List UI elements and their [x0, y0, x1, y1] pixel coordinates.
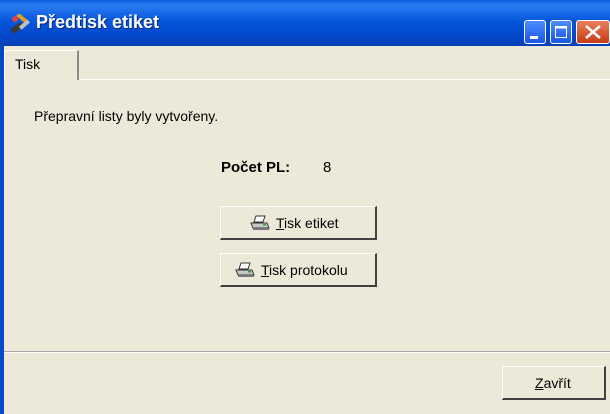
count-value: 8: [323, 159, 332, 176]
maximize-button[interactable]: [550, 20, 572, 44]
print-labels-label: Tisk etiket: [276, 215, 339, 231]
print-protocol-button[interactable]: Tisk protokolu: [220, 253, 377, 287]
status-message: Přepravní listy byly vytvořeny.: [34, 108, 219, 124]
maximize-icon: [555, 26, 567, 38]
minimize-button[interactable]: [524, 20, 546, 44]
tab-strip-border: [79, 79, 610, 80]
close-button[interactable]: Zavřít: [502, 366, 606, 400]
print-labels-button[interactable]: Tisk etiket: [220, 206, 377, 240]
count-label: Počet PL:: [221, 159, 291, 176]
tab-tisk[interactable]: Tisk: [4, 50, 79, 80]
close-window-button[interactable]: [576, 20, 610, 44]
minimize-icon: [530, 36, 538, 39]
window-frame: [0, 46, 4, 414]
close-icon: [585, 25, 601, 39]
printer-icon: [250, 215, 270, 230]
tab-label: Tisk: [15, 56, 41, 72]
close-button-label: Zavřít: [535, 375, 571, 391]
app-tools-icon: [10, 14, 30, 34]
print-dialog-window: Předtisk etiket Tisk Přepravní listy byl…: [0, 0, 610, 414]
title-bar[interactable]: Předtisk etiket: [0, 0, 610, 46]
divider: [4, 351, 610, 353]
printer-icon: [235, 262, 255, 277]
print-protocol-label: Tisk protokolu: [261, 262, 348, 278]
window-title: Předtisk etiket: [36, 12, 160, 32]
